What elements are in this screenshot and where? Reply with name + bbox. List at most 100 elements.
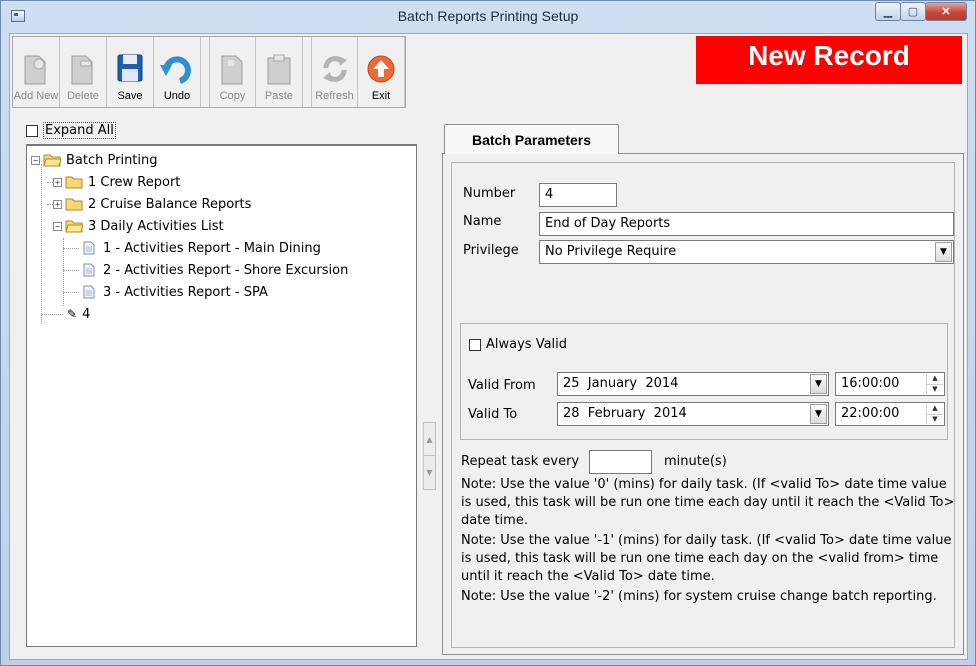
document-icon	[83, 241, 95, 255]
add-new-label: Add New	[13, 90, 59, 102]
expand-icon[interactable]: +	[53, 177, 62, 187]
tree-root-label: Batch Printing	[66, 152, 158, 168]
tree-item-crew-report[interactable]: + 1 Crew Report	[53, 172, 180, 192]
repeat-label: Repeat task every	[461, 454, 580, 469]
undo-icon	[160, 56, 191, 84]
refresh-button[interactable]: Refresh	[311, 37, 358, 107]
add-new-button[interactable]: Add New	[13, 37, 60, 107]
privilege-label: Privilege	[463, 243, 519, 258]
refresh-label: Refresh	[315, 90, 354, 102]
exit-button[interactable]: Exit	[358, 37, 405, 107]
chevron-down-icon[interactable]: ▼	[810, 374, 827, 394]
new-record-banner: New Record	[696, 36, 962, 84]
app-icon	[11, 10, 25, 22]
splitter-arrows[interactable]: ▲ ▼	[423, 422, 436, 490]
tree-leaf-shore-excursion[interactable]: 2 - Activities Report - Shore Excursion	[83, 260, 348, 280]
privilege-value: No Privilege Require	[545, 244, 677, 259]
valid-from-time[interactable]: 16:00:00 ▲ ▼	[835, 372, 945, 396]
window-controls: ▁ ▢ ✕	[875, 2, 967, 22]
chevron-down-icon[interactable]: ▼	[810, 404, 827, 424]
tree-item-cruise-balance[interactable]: + 2 Cruise Balance Reports	[53, 194, 251, 214]
expand-all-toggle[interactable]: Expand All	[26, 122, 116, 139]
open-folder-icon	[65, 220, 83, 232]
valid-to-date-value: 28 February 2014	[563, 406, 687, 421]
tree-item-label: 2 Cruise Balance Reports	[88, 196, 252, 212]
save-label: Save	[117, 90, 143, 102]
validity-group: Always Valid Valid From 25 January 2014 …	[460, 323, 948, 440]
paste-label: Paste	[264, 90, 294, 102]
open-folder-icon	[43, 154, 61, 166]
app-window: Batch Reports Printing Setup ▁ ▢ ✕ Add N…	[0, 0, 976, 666]
time-spinner[interactable]: ▲ ▼	[926, 404, 943, 424]
maximize-button[interactable]: ▢	[900, 2, 926, 21]
always-valid-toggle[interactable]: Always Valid	[469, 337, 567, 352]
privilege-select[interactable]: No Privilege Require ▼	[539, 240, 954, 264]
maximize-icon: ▢	[907, 5, 919, 18]
repeat-minutes-field[interactable]	[589, 450, 652, 474]
valid-to-time[interactable]: 22:00:00 ▲ ▼	[835, 402, 945, 426]
folder-icon	[65, 198, 83, 210]
exit-icon	[367, 55, 395, 83]
tab-batch-parameters[interactable]: Batch Parameters	[444, 124, 619, 154]
note-cruise-change: Note: Use the value '-2' (mins) for syst…	[461, 589, 937, 604]
client-area: Add New Delete Save Undo Copy Paste Refr…	[9, 33, 968, 660]
note-daily-task: Note: Use the value '0' (mins) for daily…	[461, 477, 955, 528]
undo-button[interactable]: Undo	[154, 37, 201, 107]
add-new-icon	[24, 55, 46, 85]
tree-leaf-label: 2 - Activities Report - Shore Excursion	[103, 262, 349, 278]
tree-root[interactable]: − Batch Printing	[31, 150, 158, 170]
tree-item-daily-activities[interactable]: − 3 Daily Activities List	[53, 216, 224, 236]
paste-icon	[267, 54, 291, 85]
window-title: Batch Reports Printing Setup	[397, 8, 579, 24]
undo-label: Undo	[163, 90, 191, 102]
refresh-icon	[322, 56, 347, 82]
copy-button[interactable]: Copy	[209, 37, 256, 107]
valid-to-time-value: 22:00:00	[841, 406, 900, 421]
arrow-down-icon[interactable]: ▼	[424, 456, 435, 489]
tree-item-label: 1 Crew Report	[88, 174, 181, 190]
save-button[interactable]: Save	[107, 37, 154, 107]
delete-icon	[71, 55, 93, 85]
expand-icon[interactable]: +	[53, 199, 62, 209]
collapse-icon[interactable]: −	[31, 155, 40, 165]
tree-leaf-spa[interactable]: 3 - Activities Report - SPA	[83, 282, 268, 302]
copy-icon	[221, 55, 242, 85]
pencil-icon: ✎	[67, 307, 78, 321]
minimize-button[interactable]: ▁	[875, 2, 901, 21]
time-spinner[interactable]: ▲ ▼	[926, 374, 943, 394]
save-icon	[117, 54, 143, 82]
tree-leaf-label: 3 - Activities Report - SPA	[103, 284, 268, 300]
valid-from-date[interactable]: 25 January 2014 ▼	[557, 372, 829, 396]
number-field[interactable]: 4	[539, 183, 617, 207]
exit-label: Exit	[371, 90, 391, 102]
repeat-unit-label: minute(s)	[664, 454, 727, 469]
copy-label: Copy	[219, 90, 246, 102]
tree-item-new[interactable]: ✎ 4	[67, 304, 90, 324]
arrow-up-icon[interactable]: ▲	[424, 423, 435, 456]
delete-button[interactable]: Delete	[60, 37, 107, 107]
valid-from-date-value: 25 January 2014	[563, 376, 679, 391]
name-field[interactable]: End of Day Reports	[539, 212, 954, 236]
tree-item-label: 3 Daily Activities List	[88, 218, 224, 234]
delete-label: Delete	[67, 90, 99, 102]
note-daily-task-from: Note: Use the value '-1' (mins) for dail…	[461, 533, 952, 584]
collapse-icon[interactable]: −	[53, 221, 62, 231]
close-button[interactable]: ✕	[925, 2, 967, 21]
valid-to-date[interactable]: 28 February 2014 ▼	[557, 402, 829, 426]
always-valid-label: Always Valid	[486, 337, 568, 352]
tree-leaf-main-dining[interactable]: 1 - Activities Report - Main Dining	[83, 238, 321, 258]
paste-button[interactable]: Paste	[256, 37, 303, 107]
tree-item-label: 4	[82, 306, 91, 322]
number-label: Number	[463, 186, 516, 201]
title-bar: Batch Reports Printing Setup ▁ ▢ ✕	[1, 1, 975, 33]
batch-tree[interactable]: − Batch Printing + 1 Crew Report + 2 Cru…	[26, 144, 417, 647]
expand-all-checkbox[interactable]	[26, 124, 38, 137]
toolbar: Add New Delete Save Undo Copy Paste Refr…	[12, 36, 406, 108]
chevron-down-icon[interactable]: ▼	[935, 242, 952, 262]
valid-from-time-value: 16:00:00	[841, 376, 900, 391]
expand-all-label: Expand All	[43, 122, 116, 139]
valid-from-label: Valid From	[468, 378, 536, 393]
valid-to-label: Valid To	[468, 407, 518, 422]
document-icon	[83, 263, 95, 277]
always-valid-checkbox[interactable]	[469, 338, 481, 351]
